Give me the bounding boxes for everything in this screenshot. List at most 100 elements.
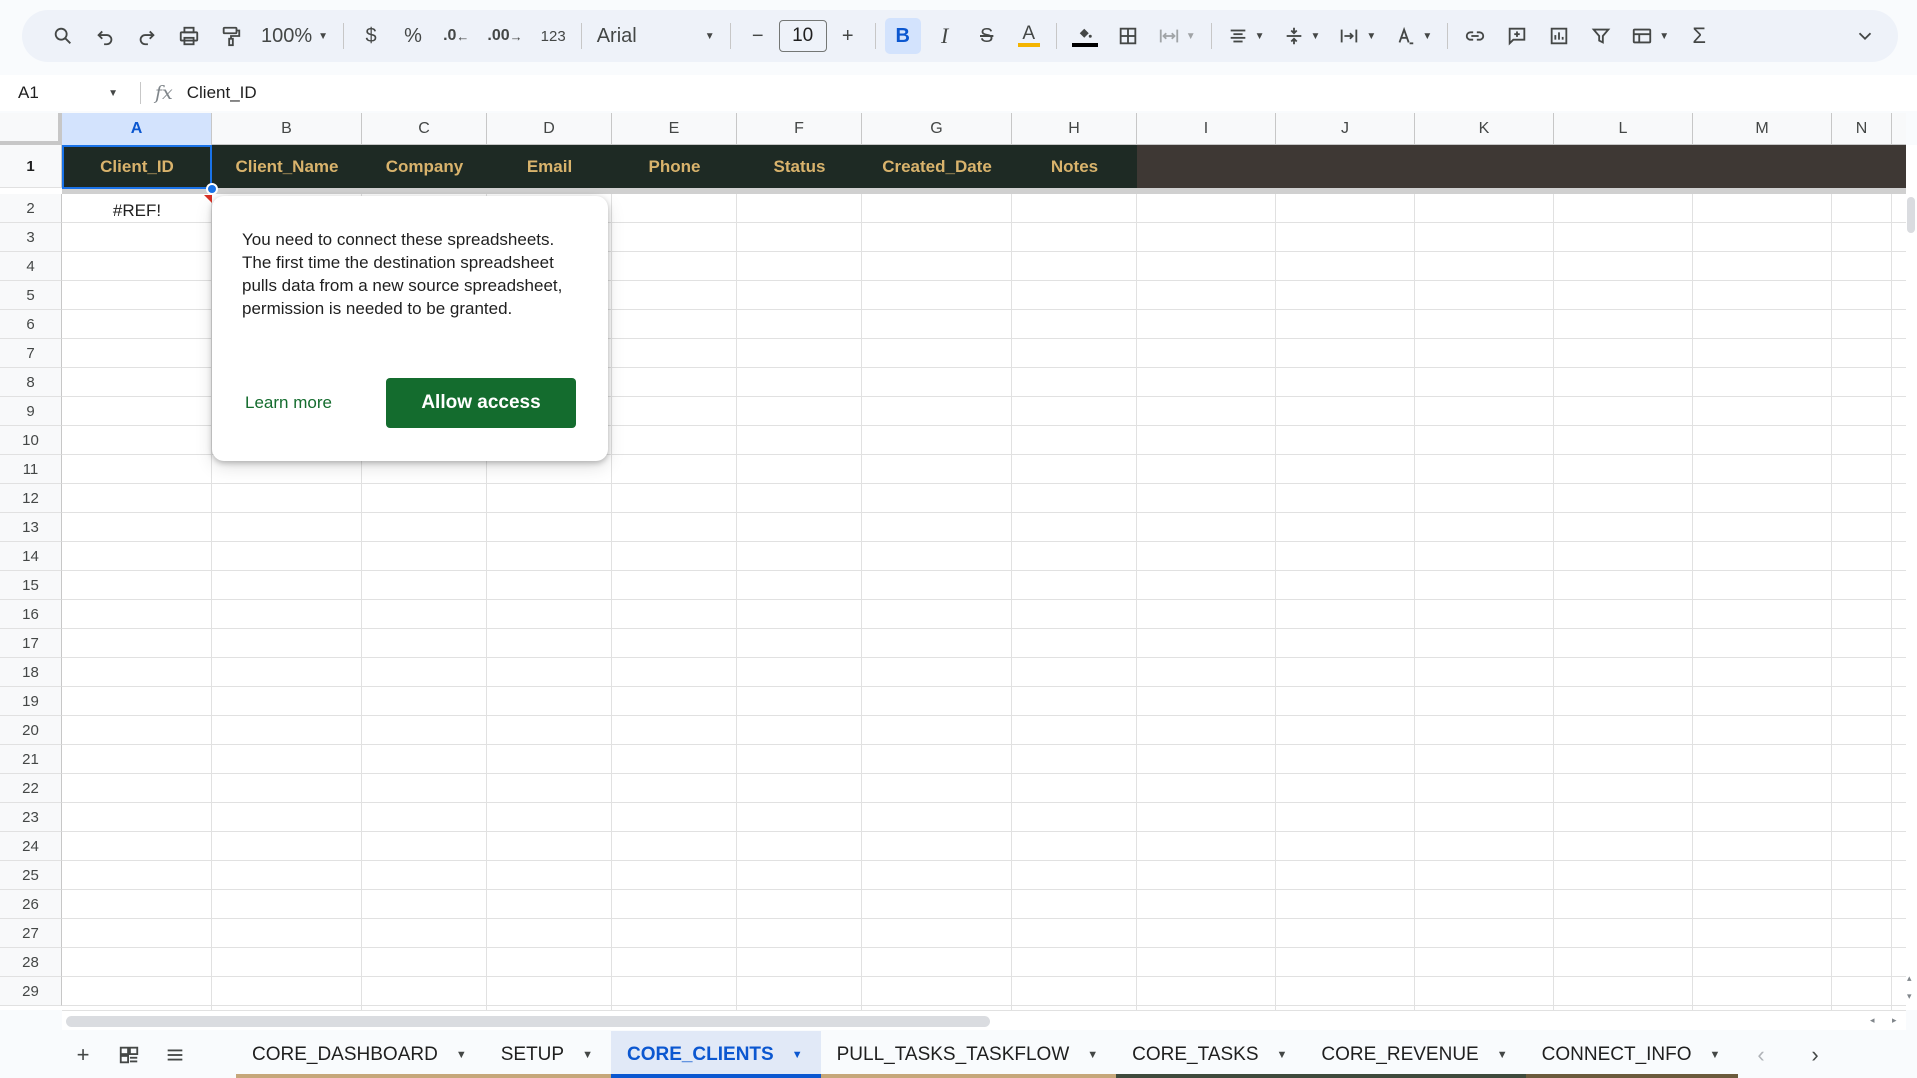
name-box[interactable]: A1 ▼ bbox=[0, 75, 140, 111]
column-header-g[interactable]: G bbox=[862, 113, 1012, 145]
row-header-3[interactable]: 3 bbox=[0, 223, 62, 252]
all-sheets-button[interactable] bbox=[106, 1032, 152, 1078]
row-header-1[interactable]: 1 bbox=[0, 145, 62, 188]
column-header-l[interactable]: L bbox=[1554, 113, 1693, 145]
column-header-n[interactable]: N bbox=[1832, 113, 1892, 145]
increase-font-size-button[interactable]: + bbox=[830, 18, 866, 54]
row-header-10[interactable]: 10 bbox=[0, 426, 62, 455]
row-header-22[interactable]: 22 bbox=[0, 774, 62, 803]
row-header-7[interactable]: 7 bbox=[0, 339, 62, 368]
sheet-tab-core-clients[interactable]: CORE_CLIENTS ▼ bbox=[610, 1031, 821, 1078]
undo-button[interactable] bbox=[87, 18, 123, 54]
formula-input[interactable]: Client_ID bbox=[187, 83, 257, 103]
vertical-scroll-thumb[interactable] bbox=[1907, 197, 1915, 233]
row-header-16[interactable]: 16 bbox=[0, 600, 62, 629]
row-header-9[interactable]: 9 bbox=[0, 397, 62, 426]
more-formats-button[interactable]: 123 bbox=[535, 18, 572, 54]
add-sheet-button[interactable]: + bbox=[60, 1032, 106, 1078]
select-all-corner[interactable] bbox=[0, 113, 62, 145]
sheet-tab-core-revenue[interactable]: CORE_REVENUE ▼ bbox=[1305, 1031, 1526, 1078]
sheet-list-button[interactable] bbox=[152, 1032, 198, 1078]
fill-handle[interactable] bbox=[206, 183, 218, 195]
chevron-down-icon[interactable]: ▼ bbox=[1277, 1049, 1288, 1061]
insert-chart-button[interactable] bbox=[1541, 18, 1577, 54]
row-header-8[interactable]: 8 bbox=[0, 368, 62, 397]
horizontal-scrollbar[interactable]: ◂ ▸ bbox=[62, 1010, 1906, 1030]
text-wrapping-button[interactable]: ▼ bbox=[1332, 18, 1382, 54]
column-header-c[interactable]: C bbox=[362, 113, 487, 145]
header-cell-notes[interactable]: Notes bbox=[1012, 145, 1137, 188]
increase-decimal-button[interactable]: .00 → bbox=[481, 18, 528, 54]
table-button[interactable]: ▼ bbox=[1625, 18, 1675, 54]
format-percent-button[interactable]: % bbox=[395, 18, 431, 54]
column-header-b[interactable]: B bbox=[212, 113, 362, 145]
row-header-12[interactable]: 12 bbox=[0, 484, 62, 513]
row-header-20[interactable]: 20 bbox=[0, 716, 62, 745]
chevron-down-icon[interactable]: ▼ bbox=[1497, 1049, 1508, 1061]
row-header-26[interactable]: 26 bbox=[0, 890, 62, 919]
header-cell-client-name[interactable]: Client_Name bbox=[212, 145, 362, 188]
header-cell-created-date[interactable]: Created_Date bbox=[862, 145, 1012, 188]
font-family-select[interactable]: Arial ▼ bbox=[591, 18, 721, 54]
header-cell-company[interactable]: Company bbox=[362, 145, 487, 188]
column-header-i[interactable]: I bbox=[1137, 113, 1276, 145]
insert-link-button[interactable] bbox=[1457, 18, 1493, 54]
scroll-up-arrow-icon[interactable]: ▴ bbox=[1907, 973, 1912, 984]
row-header-5[interactable]: 5 bbox=[0, 281, 62, 310]
column-header-h[interactable]: H bbox=[1012, 113, 1137, 145]
decrease-font-size-button[interactable]: − bbox=[740, 18, 776, 54]
cell-a2[interactable]: #REF! bbox=[62, 197, 212, 225]
vertical-align-button[interactable]: ▼ bbox=[1277, 18, 1327, 54]
header-cell-email[interactable]: Email bbox=[487, 145, 612, 188]
row-header-28[interactable]: 28 bbox=[0, 948, 62, 977]
chevron-down-icon[interactable]: ▼ bbox=[1710, 1049, 1721, 1061]
row-header-19[interactable]: 19 bbox=[0, 687, 62, 716]
allow-access-button[interactable]: Allow access bbox=[386, 378, 576, 428]
frozen-row-divider[interactable] bbox=[62, 188, 1906, 194]
row-header-15[interactable]: 15 bbox=[0, 571, 62, 600]
scroll-down-arrow-icon[interactable]: ▾ bbox=[1907, 991, 1912, 1002]
collapse-toolbar-button[interactable] bbox=[1847, 18, 1883, 54]
row-header-21[interactable]: 21 bbox=[0, 745, 62, 774]
horizontal-align-button[interactable]: ▼ bbox=[1221, 18, 1271, 54]
row-header-23[interactable]: 23 bbox=[0, 803, 62, 832]
paint-format-button[interactable] bbox=[213, 18, 249, 54]
functions-button[interactable]: Σ bbox=[1681, 18, 1717, 54]
learn-more-link[interactable]: Learn more bbox=[245, 393, 332, 413]
bold-button[interactable]: B bbox=[884, 18, 921, 54]
row-header-24[interactable]: 24 bbox=[0, 832, 62, 861]
search-menus-button[interactable] bbox=[45, 18, 81, 54]
column-header-j[interactable]: J bbox=[1276, 113, 1415, 145]
scroll-tabs-left-button[interactable]: ‹ bbox=[1738, 1031, 1784, 1078]
row-header-4[interactable]: 4 bbox=[0, 252, 62, 281]
scroll-right-arrow-icon[interactable]: ▸ bbox=[1892, 1015, 1897, 1026]
format-currency-button[interactable]: $ bbox=[353, 18, 389, 54]
row-header-17[interactable]: 17 bbox=[0, 629, 62, 658]
row-header-27[interactable]: 27 bbox=[0, 919, 62, 948]
chevron-down-icon[interactable]: ▼ bbox=[1087, 1049, 1098, 1061]
font-size-input[interactable]: 10 bbox=[778, 20, 827, 52]
scroll-left-arrow-icon[interactable]: ◂ bbox=[1870, 1015, 1875, 1026]
column-header-d[interactable]: D bbox=[487, 113, 612, 145]
vertical-scrollbar[interactable]: ▴ ▾ bbox=[1906, 145, 1917, 1010]
header-cell-status[interactable]: Status bbox=[737, 145, 862, 188]
redo-button[interactable] bbox=[129, 18, 165, 54]
italic-button[interactable]: I bbox=[927, 18, 963, 54]
create-filter-button[interactable] bbox=[1583, 18, 1619, 54]
column-header-e[interactable]: E bbox=[612, 113, 737, 145]
strikethrough-button[interactable]: S bbox=[969, 18, 1005, 54]
column-header-m[interactable]: M bbox=[1693, 113, 1832, 145]
column-header-a[interactable]: A bbox=[62, 113, 212, 145]
print-button[interactable] bbox=[171, 18, 207, 54]
sheet-tab-core-dashboard[interactable]: CORE_DASHBOARD ▼ bbox=[236, 1031, 485, 1078]
row-header-2[interactable]: 2 bbox=[0, 194, 62, 223]
header-cell-phone[interactable]: Phone bbox=[612, 145, 737, 188]
chevron-down-icon[interactable]: ▼ bbox=[792, 1049, 803, 1061]
text-rotation-button[interactable]: ▼ bbox=[1388, 18, 1438, 54]
text-color-button[interactable]: A bbox=[1011, 18, 1047, 54]
row-header-6[interactable]: 6 bbox=[0, 310, 62, 339]
borders-button[interactable] bbox=[1110, 18, 1146, 54]
row-header-29[interactable]: 29 bbox=[0, 977, 62, 1006]
row-header-13[interactable]: 13 bbox=[0, 513, 62, 542]
sheet-tab-core-tasks[interactable]: CORE_TASKS ▼ bbox=[1116, 1031, 1306, 1078]
